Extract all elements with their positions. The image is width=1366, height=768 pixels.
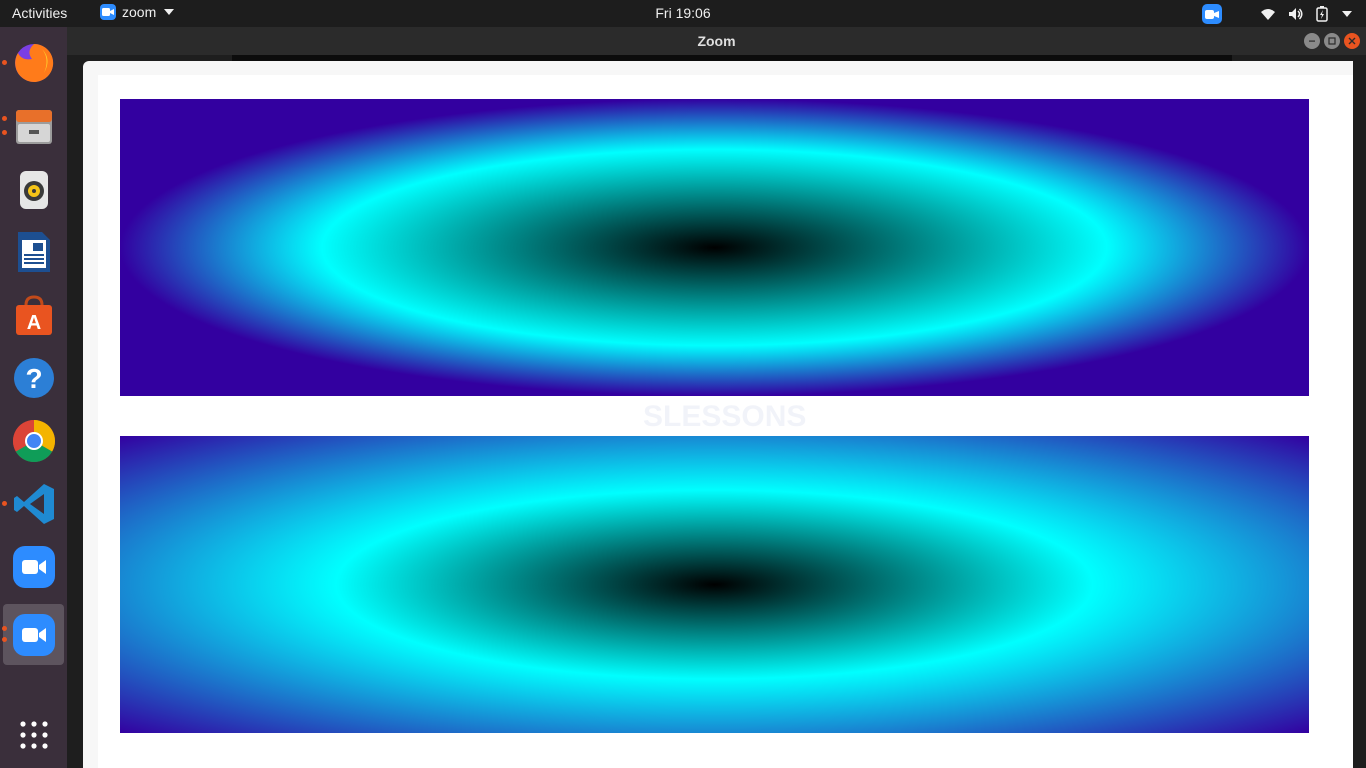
software-bag-icon: A [12, 293, 56, 337]
dock-rhythmbox[interactable] [3, 158, 64, 219]
system-menu-chevron-icon[interactable] [1342, 11, 1352, 17]
dock-chrome[interactable] [3, 410, 64, 471]
vscode-icon [12, 482, 56, 526]
zoom-tray-icon[interactable] [1202, 4, 1222, 24]
show-applications-button[interactable] [3, 704, 64, 765]
files-icon [12, 104, 56, 148]
speaker-icon [12, 167, 56, 211]
dock-firefox[interactable] [2, 32, 64, 93]
dock-files[interactable] [2, 95, 64, 156]
chrome-icon [12, 419, 56, 463]
dock-zoom-active[interactable] [2, 604, 64, 665]
web-page: SLESSONS [98, 75, 1353, 768]
svg-text:A: A [26, 312, 40, 334]
watermark-logo: SLESSONS [643, 400, 807, 433]
window-content: SLESSONS [67, 55, 1366, 768]
zoom-icon [12, 613, 56, 657]
dock: A ? [0, 27, 67, 768]
window-title: Zoom [697, 33, 736, 49]
dock-ubuntu-software[interactable]: A [3, 284, 64, 345]
dock-vscode[interactable] [2, 473, 64, 534]
running-indicator [2, 60, 7, 65]
volume-icon [1288, 7, 1304, 21]
firefox-icon [12, 41, 56, 85]
top-bar: Activities zoom Fri 19:06 [0, 0, 1366, 27]
radial-gradient-box-1 [120, 99, 1309, 396]
dock-writer[interactable] [3, 221, 64, 282]
shared-screen: SLESSONS [83, 61, 1353, 768]
running-indicator [2, 637, 7, 642]
svg-text:?: ? [25, 363, 42, 394]
grid-icon [12, 713, 56, 757]
close-button[interactable] [1344, 33, 1360, 49]
wifi-icon [1260, 7, 1276, 21]
system-tray[interactable] [1202, 4, 1352, 24]
dock-zoom[interactable] [3, 536, 64, 597]
clock[interactable]: Fri 19:06 [0, 5, 1366, 21]
maximize-button[interactable] [1324, 33, 1340, 49]
battery-icon [1316, 6, 1328, 22]
running-indicator [2, 130, 7, 135]
minimize-button[interactable] [1304, 33, 1320, 49]
running-indicator [2, 501, 7, 506]
running-indicator [2, 116, 7, 121]
running-indicator [2, 626, 7, 631]
help-icon: ? [12, 356, 56, 400]
dock-help[interactable]: ? [3, 347, 64, 408]
window-controls [1304, 33, 1360, 49]
document-icon [12, 230, 56, 274]
window-titlebar[interactable]: Zoom [67, 27, 1366, 55]
zoom-icon [12, 545, 56, 589]
